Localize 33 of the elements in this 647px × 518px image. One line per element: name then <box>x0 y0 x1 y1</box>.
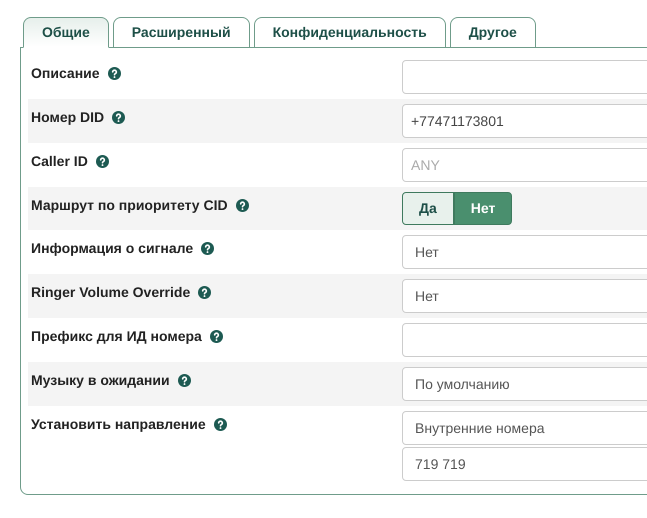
tab[interactable]: Конфиденциальность <box>254 17 446 48</box>
toggle-option[interactable]: Да <box>402 192 454 225</box>
select-field[interactable]: Внутренние номера <box>402 411 647 445</box>
help-icon[interactable] <box>96 155 109 168</box>
help-icon[interactable] <box>210 330 223 343</box>
field-label: Caller ID <box>31 152 88 171</box>
help-icon[interactable] <box>178 374 191 387</box>
text-field[interactable]: +77471173801 <box>402 104 647 138</box>
field-label: Информация о сигнале <box>31 239 194 258</box>
toggle-option[interactable]: Нет <box>454 192 512 225</box>
field-label: Музыку в ожидании <box>31 371 170 390</box>
tab[interactable]: Другое <box>450 17 536 48</box>
help-icon[interactable] <box>198 286 212 299</box>
field-label: Номер DID <box>31 108 104 127</box>
help-icon[interactable] <box>201 242 214 255</box>
help-icon[interactable] <box>236 199 249 212</box>
help-icon[interactable] <box>214 418 227 431</box>
tab[interactable]: Общие <box>23 17 109 48</box>
field-label: Префикс для ИД номера <box>31 327 202 346</box>
text-field[interactable]: ANY <box>402 148 647 182</box>
field-label: Описание <box>31 64 100 83</box>
text-field[interactable] <box>402 60 647 94</box>
select-field[interactable]: Нет <box>402 279 647 313</box>
select-field[interactable]: 719 719 <box>402 447 647 481</box>
field-label: Маршрут по приоритету CID <box>31 196 228 215</box>
help-icon[interactable] <box>108 67 121 80</box>
text-field[interactable] <box>402 323 647 357</box>
tab[interactable]: Расширенный <box>112 17 250 48</box>
field-label: Установить направление <box>31 415 206 434</box>
field-label: Ringer Volume Override <box>31 283 190 302</box>
select-field[interactable]: Нет <box>402 235 647 269</box>
select-field[interactable]: По умолчанию <box>402 367 647 401</box>
help-icon[interactable] <box>112 111 126 124</box>
